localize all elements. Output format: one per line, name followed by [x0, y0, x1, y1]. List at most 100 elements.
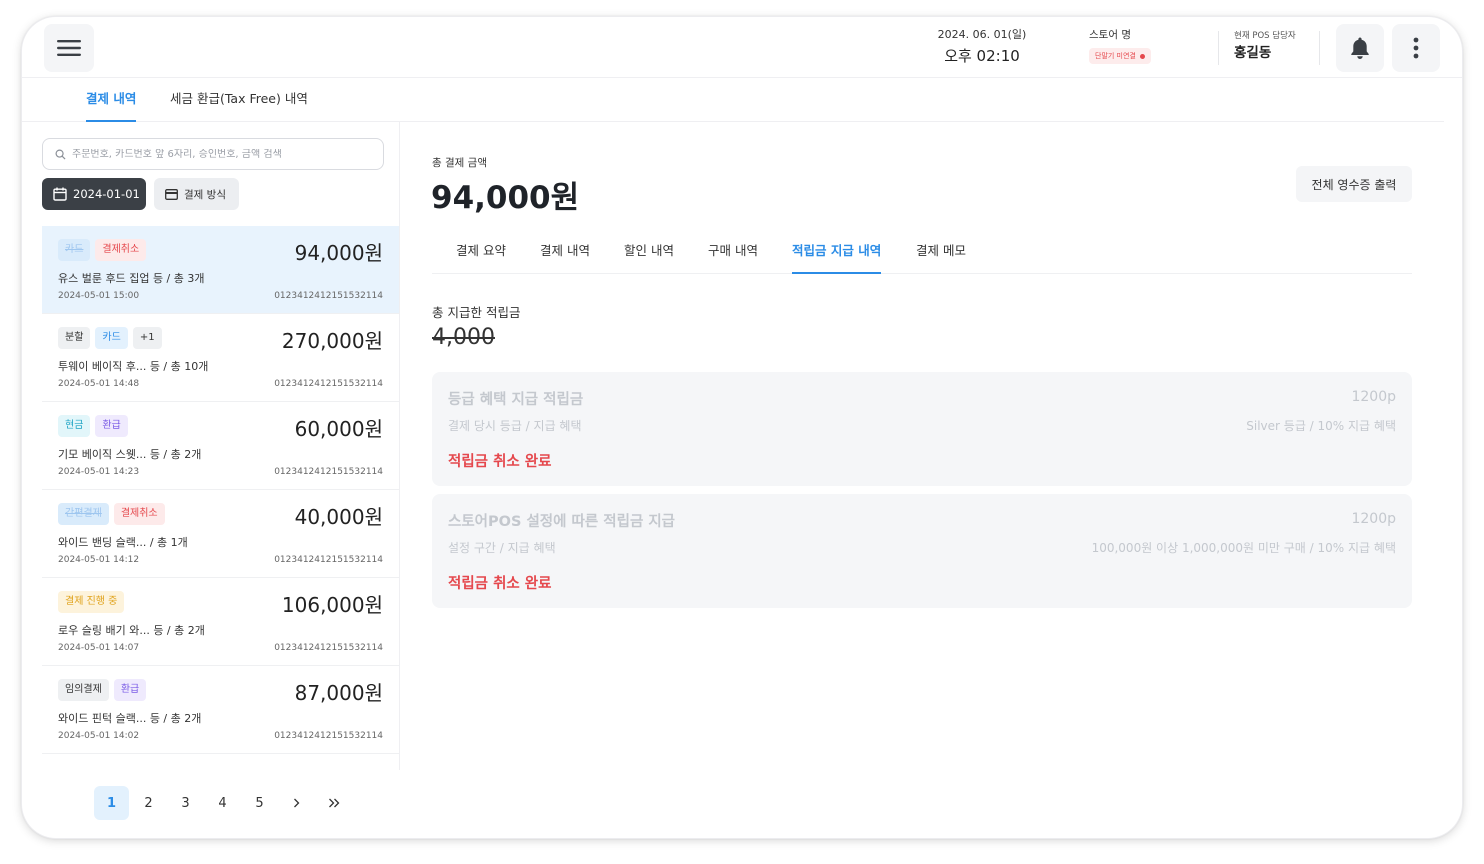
- transaction-date: 2024-05-01 14:07: [58, 643, 140, 653]
- terminal-status-badge: 단말기 미연결: [1089, 48, 1151, 64]
- transaction-amount: 87,000원: [294, 681, 383, 705]
- transaction-row[interactable]: 현금 환급 60,000원 기모 베이직 스웻... 등 / 총 2개 2024…: [42, 402, 399, 490]
- current-time: 오후 02:10: [944, 47, 1020, 65]
- transaction-row[interactable]: 간편결제 결제취소 40,000원 와이드 밴딩 슬랙... / 총 1개 20…: [42, 490, 399, 578]
- transaction-date: 2024-05-01 14:23: [58, 467, 140, 477]
- current-date: 2024. 06. 01(일): [937, 28, 1027, 41]
- status-badge: 환급: [95, 415, 128, 437]
- badge-group: 결제 진행 중: [58, 591, 125, 613]
- page-1-button[interactable]: 1: [94, 786, 129, 820]
- notification-button[interactable]: [1336, 24, 1384, 72]
- app-window: 2024. 06. 01(일) 오후 02:10 스토어 명 단말기 미연결 현…: [22, 17, 1462, 838]
- transaction-description: 로우 슬링 배기 와... 등 / 총 2개: [58, 624, 205, 637]
- transaction-row[interactable]: 임의결제 환급 87,000원 와이드 핀턱 슬랙... 등 / 총 2개 20…: [42, 666, 399, 754]
- divider: [1218, 31, 1219, 65]
- transaction-amount: 60,000원: [294, 417, 383, 441]
- transaction-row[interactable]: 카드 결제취소 94,000원 유스 벌룬 후드 집업 등 / 총 3개 202…: [42, 226, 399, 314]
- next-page-button[interactable]: [279, 786, 314, 820]
- pagination: 1 2 3 4 5: [94, 786, 353, 820]
- transaction-amount: 106,000원: [281, 593, 383, 617]
- points-card-status: 적립금 취소 완료: [448, 454, 552, 470]
- chevron-right-icon: [294, 798, 300, 808]
- transaction-row[interactable]: 결제 진행 중 106,000원 로우 슬링 배기 와... 등 / 총 2개 …: [42, 578, 399, 666]
- transaction-amount: 40,000원: [294, 505, 383, 529]
- date-filter-label: 2024-01-01: [73, 187, 140, 201]
- points-total-value: 4,000: [432, 325, 495, 350]
- points-card: 등급 혜택 지급 적립금 1200p 결제 당시 등급 / 지급 혜택 Silv…: [432, 372, 1412, 486]
- badge-group: 임의결제 환급: [58, 679, 147, 701]
- total-amount: 94,000원: [431, 180, 580, 216]
- status-badge: 결제취소: [95, 239, 147, 261]
- transaction-row[interactable]: 분할 카드 +1 270,000원 투웨이 베이직 후... 등 / 총 10개…: [42, 314, 399, 402]
- tab-purchases[interactable]: 구매 내역: [708, 234, 758, 274]
- payment-type-badge: 간편결제: [58, 503, 109, 525]
- transaction-id: 0123412412151532114: [274, 555, 383, 565]
- tab-payment-details[interactable]: 결제 내역: [540, 234, 590, 274]
- detail-tabs: 결제 요약 결제 내역 할인 내역 구매 내역 적립금 지급 내역 결제 메모: [432, 234, 1412, 274]
- print-all-receipts-button[interactable]: 전체 영수증 출력: [1296, 166, 1412, 202]
- status-badge: 결제취소: [113, 503, 165, 525]
- status-dot-icon: [1139, 53, 1145, 59]
- tab-payment-history[interactable]: 결제 내역: [86, 78, 137, 122]
- transaction-id: 0123412412151532114: [274, 379, 383, 389]
- terminal-status-text: 단말기 미연결: [1095, 52, 1136, 60]
- page-5-button[interactable]: 5: [242, 786, 277, 820]
- status-badge: 환급: [113, 679, 147, 701]
- points-card-amount: 1200p: [1351, 511, 1396, 527]
- page-3-button[interactable]: 3: [168, 786, 203, 820]
- transaction-list: 카드 결제취소 94,000원 유스 벌룬 후드 집업 등 / 총 3개 202…: [42, 226, 399, 770]
- date-filter-button[interactable]: 2024-01-01: [42, 178, 146, 210]
- points-card-sub-value: 100,000원 이상 1,000,000원 미만 구매 / 10% 지급 혜택: [1091, 541, 1396, 555]
- tab-payment-memo[interactable]: 결제 메모: [916, 234, 966, 274]
- divider: [1319, 31, 1320, 65]
- credit-card-icon: [165, 188, 178, 200]
- menu-button[interactable]: [44, 24, 94, 72]
- staff-label: 현재 POS 담당자: [1234, 31, 1296, 41]
- top-header: 2024. 06. 01(일) 오후 02:10 스토어 명 단말기 미연결 현…: [22, 17, 1462, 78]
- points-card-sub-label: 결제 당시 등급 / 지급 혜택: [448, 419, 582, 433]
- points-card-title: 등급 혜택 지급 적립금: [448, 392, 584, 408]
- store-info: 스토어 명 단말기 미연결: [1089, 27, 1151, 64]
- calendar-icon: [53, 187, 67, 201]
- payment-type-badge: 임의결제: [58, 679, 109, 701]
- staff-name: 홍길동: [1234, 45, 1272, 61]
- page-2-button[interactable]: 2: [131, 786, 166, 820]
- points-card-title: 스토어POS 설정에 따른 적립금 지급: [448, 514, 676, 530]
- hamburger-icon: [57, 40, 81, 56]
- payment-type-badge: 분할: [58, 327, 91, 349]
- more-vertical-icon: [1413, 37, 1419, 59]
- badge-group: 카드 결제취소: [58, 239, 147, 261]
- total-label: 총 결제 금액: [432, 157, 487, 169]
- transaction-amount: 94,000원: [294, 241, 383, 265]
- badge-group: 현금 환급: [58, 415, 128, 437]
- search-input[interactable]: [72, 148, 372, 160]
- payment-detail: 총 결제 금액 94,000원 전체 영수증 출력 결제 요약 결제 내역 할인…: [400, 122, 1462, 838]
- transaction-id: 0123412412151532114: [274, 467, 383, 477]
- transaction-id: 0123412412151532114: [274, 643, 383, 653]
- payment-method-filter-button[interactable]: 결제 방식: [154, 178, 239, 210]
- bell-icon: [1351, 37, 1369, 59]
- last-page-button[interactable]: [316, 786, 351, 820]
- transaction-date: 2024-05-01 15:00: [58, 291, 140, 301]
- payment-type-badge: 현금: [58, 415, 91, 437]
- tab-discounts[interactable]: 할인 내역: [624, 234, 674, 274]
- transaction-amount: 270,000원: [281, 329, 383, 353]
- transaction-date: 2024-05-01 14:12: [58, 555, 140, 565]
- transaction-date: 2024-05-01 14:48: [58, 379, 140, 389]
- points-total-label: 총 지급한 적립금: [432, 305, 521, 320]
- transaction-id: 0123412412151532114: [274, 731, 383, 741]
- tab-points-issued[interactable]: 적립금 지급 내역: [792, 234, 882, 274]
- badge-group: 간편결제 결제취소: [58, 503, 165, 525]
- points-card-sub-value: Silver 등급 / 10% 지급 혜택: [1246, 419, 1396, 433]
- double-chevron-right-icon: [328, 798, 339, 808]
- points-card-amount: 1200p: [1351, 389, 1396, 405]
- transaction-description: 기모 베이직 스웻... 등 / 총 2개: [58, 448, 202, 461]
- transaction-date: 2024-05-01 14:02: [58, 731, 140, 741]
- more-button[interactable]: [1392, 24, 1440, 72]
- tab-payment-summary[interactable]: 결제 요약: [456, 234, 506, 274]
- more-badge: +1: [132, 327, 162, 349]
- payment-type-badge: 카드: [58, 239, 91, 261]
- page-4-button[interactable]: 4: [205, 786, 240, 820]
- payment-method-label: 결제 방식: [184, 188, 226, 201]
- tab-tax-free-history[interactable]: 세금 환급(Tax Free) 내역: [170, 78, 308, 122]
